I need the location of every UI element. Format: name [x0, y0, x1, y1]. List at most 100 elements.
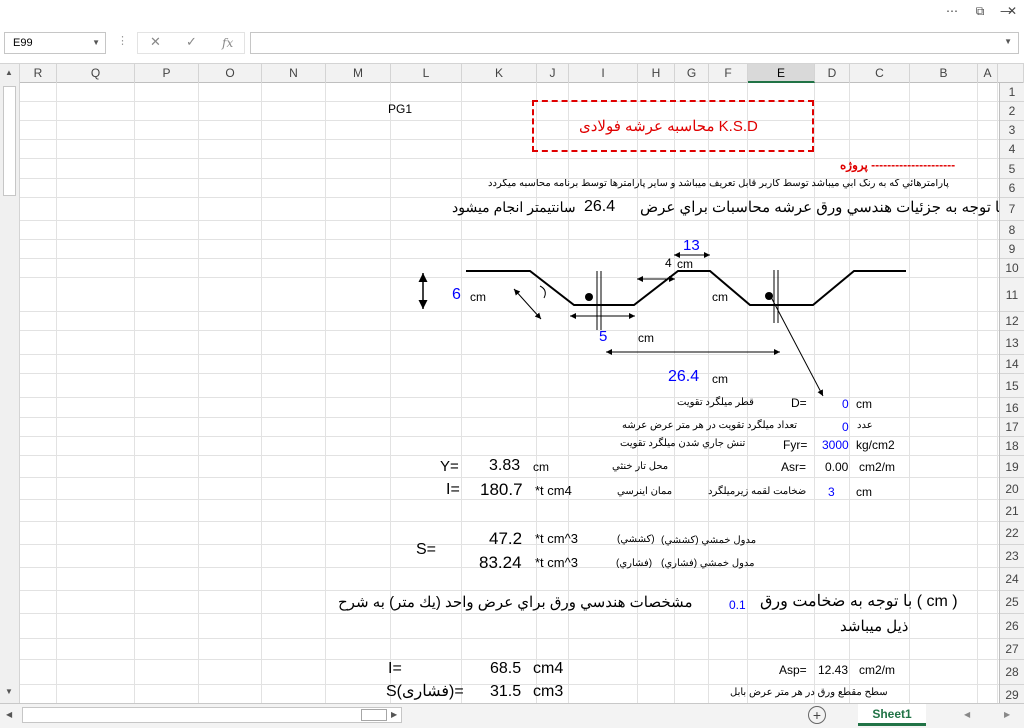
column-header-r[interactable]: R	[20, 64, 57, 83]
ribbon-options-icon[interactable]: ⋯	[942, 2, 962, 20]
r29-label: سطح مقطع ورق در هر متر عرض بابل	[730, 687, 888, 698]
row-header-20[interactable]: 20	[1000, 478, 1024, 500]
thk-label: ضخامت لقمه زيرميلگرد	[708, 486, 807, 497]
d-value[interactable]: 0	[842, 398, 849, 410]
name-box[interactable]: E99 ▼	[4, 32, 106, 54]
thk-value[interactable]: 3	[828, 486, 835, 498]
column-header-q[interactable]: Q	[57, 64, 135, 83]
row-header-14[interactable]: 14	[1000, 355, 1024, 374]
row-header-25[interactable]: 25	[1000, 591, 1024, 614]
row-header-16[interactable]: 16	[1000, 398, 1024, 418]
s3-value: 31.5	[490, 683, 522, 700]
pitch-dim: 26.4	[668, 368, 700, 385]
row-header-8[interactable]: 8	[1000, 221, 1024, 240]
n-label: تعداد ميلگرد تقويت در هر متر عرض عرشه	[622, 420, 798, 431]
i-value: 180.7	[480, 480, 523, 499]
s1-paren: (كششي)	[617, 534, 655, 545]
tab-scroll-right-icon[interactable]: ▶	[1004, 710, 1010, 719]
horizontal-scrollbar[interactable]: ▶	[22, 707, 402, 723]
column-header-o[interactable]: O	[199, 64, 262, 83]
scroll-left-icon[interactable]: ◀	[6, 710, 12, 719]
column-header-j[interactable]: J	[537, 64, 569, 83]
add-sheet-icon[interactable]: +	[808, 706, 826, 724]
column-header-b[interactable]: B	[910, 64, 978, 83]
row-header-17[interactable]: 17	[1000, 418, 1024, 437]
column-header-p[interactable]: P	[135, 64, 199, 83]
row-header-1[interactable]: 1	[1000, 83, 1024, 102]
row-header-7[interactable]: 7	[1000, 198, 1024, 221]
column-header-i[interactable]: I	[569, 64, 638, 83]
y-label: محل تار خنثي	[612, 461, 669, 472]
row-header-5[interactable]: 5	[1000, 159, 1024, 179]
row-header-6[interactable]: 6	[1000, 179, 1024, 198]
column-header-l[interactable]: L	[391, 64, 462, 83]
row-header-18[interactable]: 18	[1000, 437, 1024, 456]
cancel-icon[interactable]: ✕	[150, 33, 161, 53]
row-header-11[interactable]: 11	[1000, 278, 1024, 312]
column-header-h[interactable]: H	[638, 64, 675, 83]
row-header-21[interactable]: 21	[1000, 500, 1024, 522]
insert-function-icon[interactable]: fx	[222, 33, 233, 53]
sheet-tab-sheet1[interactable]: Sheet1	[858, 704, 926, 726]
row-header-26[interactable]: 26	[1000, 614, 1024, 639]
bottom-width-unit: cm	[638, 331, 654, 345]
row-header-15[interactable]: 15	[1000, 374, 1024, 398]
row-header-22[interactable]: 22	[1000, 522, 1024, 545]
column-header-f[interactable]: F	[709, 64, 748, 83]
hscroll-thumb[interactable]	[361, 709, 387, 721]
formula-bar: E99 ▼ ⋮ ✕ ✓ fx ▼	[0, 26, 1024, 64]
y-unit: cm	[533, 460, 549, 474]
chevron-down-icon[interactable]: ▼	[92, 33, 100, 53]
fyr-value[interactable]: 3000	[822, 439, 849, 451]
row-header-2[interactable]: 2	[1000, 102, 1024, 121]
d-eq: D=	[791, 396, 807, 410]
row-header-24[interactable]: 24	[1000, 568, 1024, 591]
row-header-9[interactable]: 9	[1000, 240, 1024, 259]
row-header-10[interactable]: 10	[1000, 259, 1024, 278]
close-icon[interactable]: ✕	[1002, 2, 1022, 20]
column-header-e[interactable]: E	[748, 64, 815, 83]
d-unit: cm	[856, 397, 872, 411]
enter-icon[interactable]: ✓	[186, 33, 197, 53]
scroll-thumb[interactable]	[3, 86, 16, 196]
s-eq: S=	[416, 541, 437, 558]
row-header-4[interactable]: 4	[1000, 140, 1024, 159]
grip-icon: ⋮	[117, 35, 128, 47]
column-header-d[interactable]: D	[815, 64, 850, 83]
vertical-scrollbar[interactable]: ▲ ▼	[0, 64, 20, 704]
row-header-13[interactable]: 13	[1000, 331, 1024, 355]
height-dim-unit: cm	[470, 290, 486, 304]
r25-thickness[interactable]: 0.1	[729, 599, 746, 611]
row-header-19[interactable]: 19	[1000, 456, 1024, 478]
column-header-n[interactable]: N	[262, 64, 326, 83]
s1-label: مدول خمشي (كششي)	[661, 535, 757, 546]
formula-input[interactable]: ▼	[250, 32, 1019, 54]
row-header-28[interactable]: 28	[1000, 660, 1024, 685]
scroll-down-icon[interactable]: ▼	[5, 687, 13, 696]
row-header-3[interactable]: 3	[1000, 121, 1024, 140]
row-header-27[interactable]: 27	[1000, 639, 1024, 660]
r26-text: ذيل ميباشد	[840, 618, 909, 635]
column-header-a[interactable]: A	[978, 64, 998, 83]
column-header-c[interactable]: C	[850, 64, 910, 83]
n-unit: عدد	[857, 420, 873, 431]
asp-eq: Asp=	[779, 663, 807, 677]
column-header-k[interactable]: K	[462, 64, 537, 83]
sheet-grid[interactable]: محاسبه عرشه فولادی K.S.D PG1 پروژه -----…	[20, 83, 999, 703]
tab-scroll-left-icon[interactable]: ◀	[964, 710, 970, 719]
row-header-23[interactable]: 23	[1000, 545, 1024, 568]
bottom-width-dim: 5	[599, 328, 608, 345]
s2-value: 83.24	[479, 553, 522, 572]
n-value[interactable]: 0	[842, 421, 849, 433]
s3-unit: cm3	[533, 683, 564, 700]
asp-unit: cm2/m	[859, 663, 895, 677]
scroll-up-icon[interactable]: ▲	[5, 68, 13, 77]
s2-label: مدول خمشي (فشاري)	[661, 558, 755, 569]
scroll-right-icon[interactable]: ▶	[391, 710, 397, 719]
row-header-12[interactable]: 12	[1000, 312, 1024, 331]
restore-icon[interactable]: ⧉	[970, 2, 990, 20]
column-header-g[interactable]: G	[675, 64, 709, 83]
column-header-m[interactable]: M	[326, 64, 391, 83]
r25-text-b: مشخصات هندسي ورق براي عرض واحد (يك متر) …	[338, 594, 693, 611]
expand-formula-icon[interactable]: ▼	[1004, 37, 1012, 46]
